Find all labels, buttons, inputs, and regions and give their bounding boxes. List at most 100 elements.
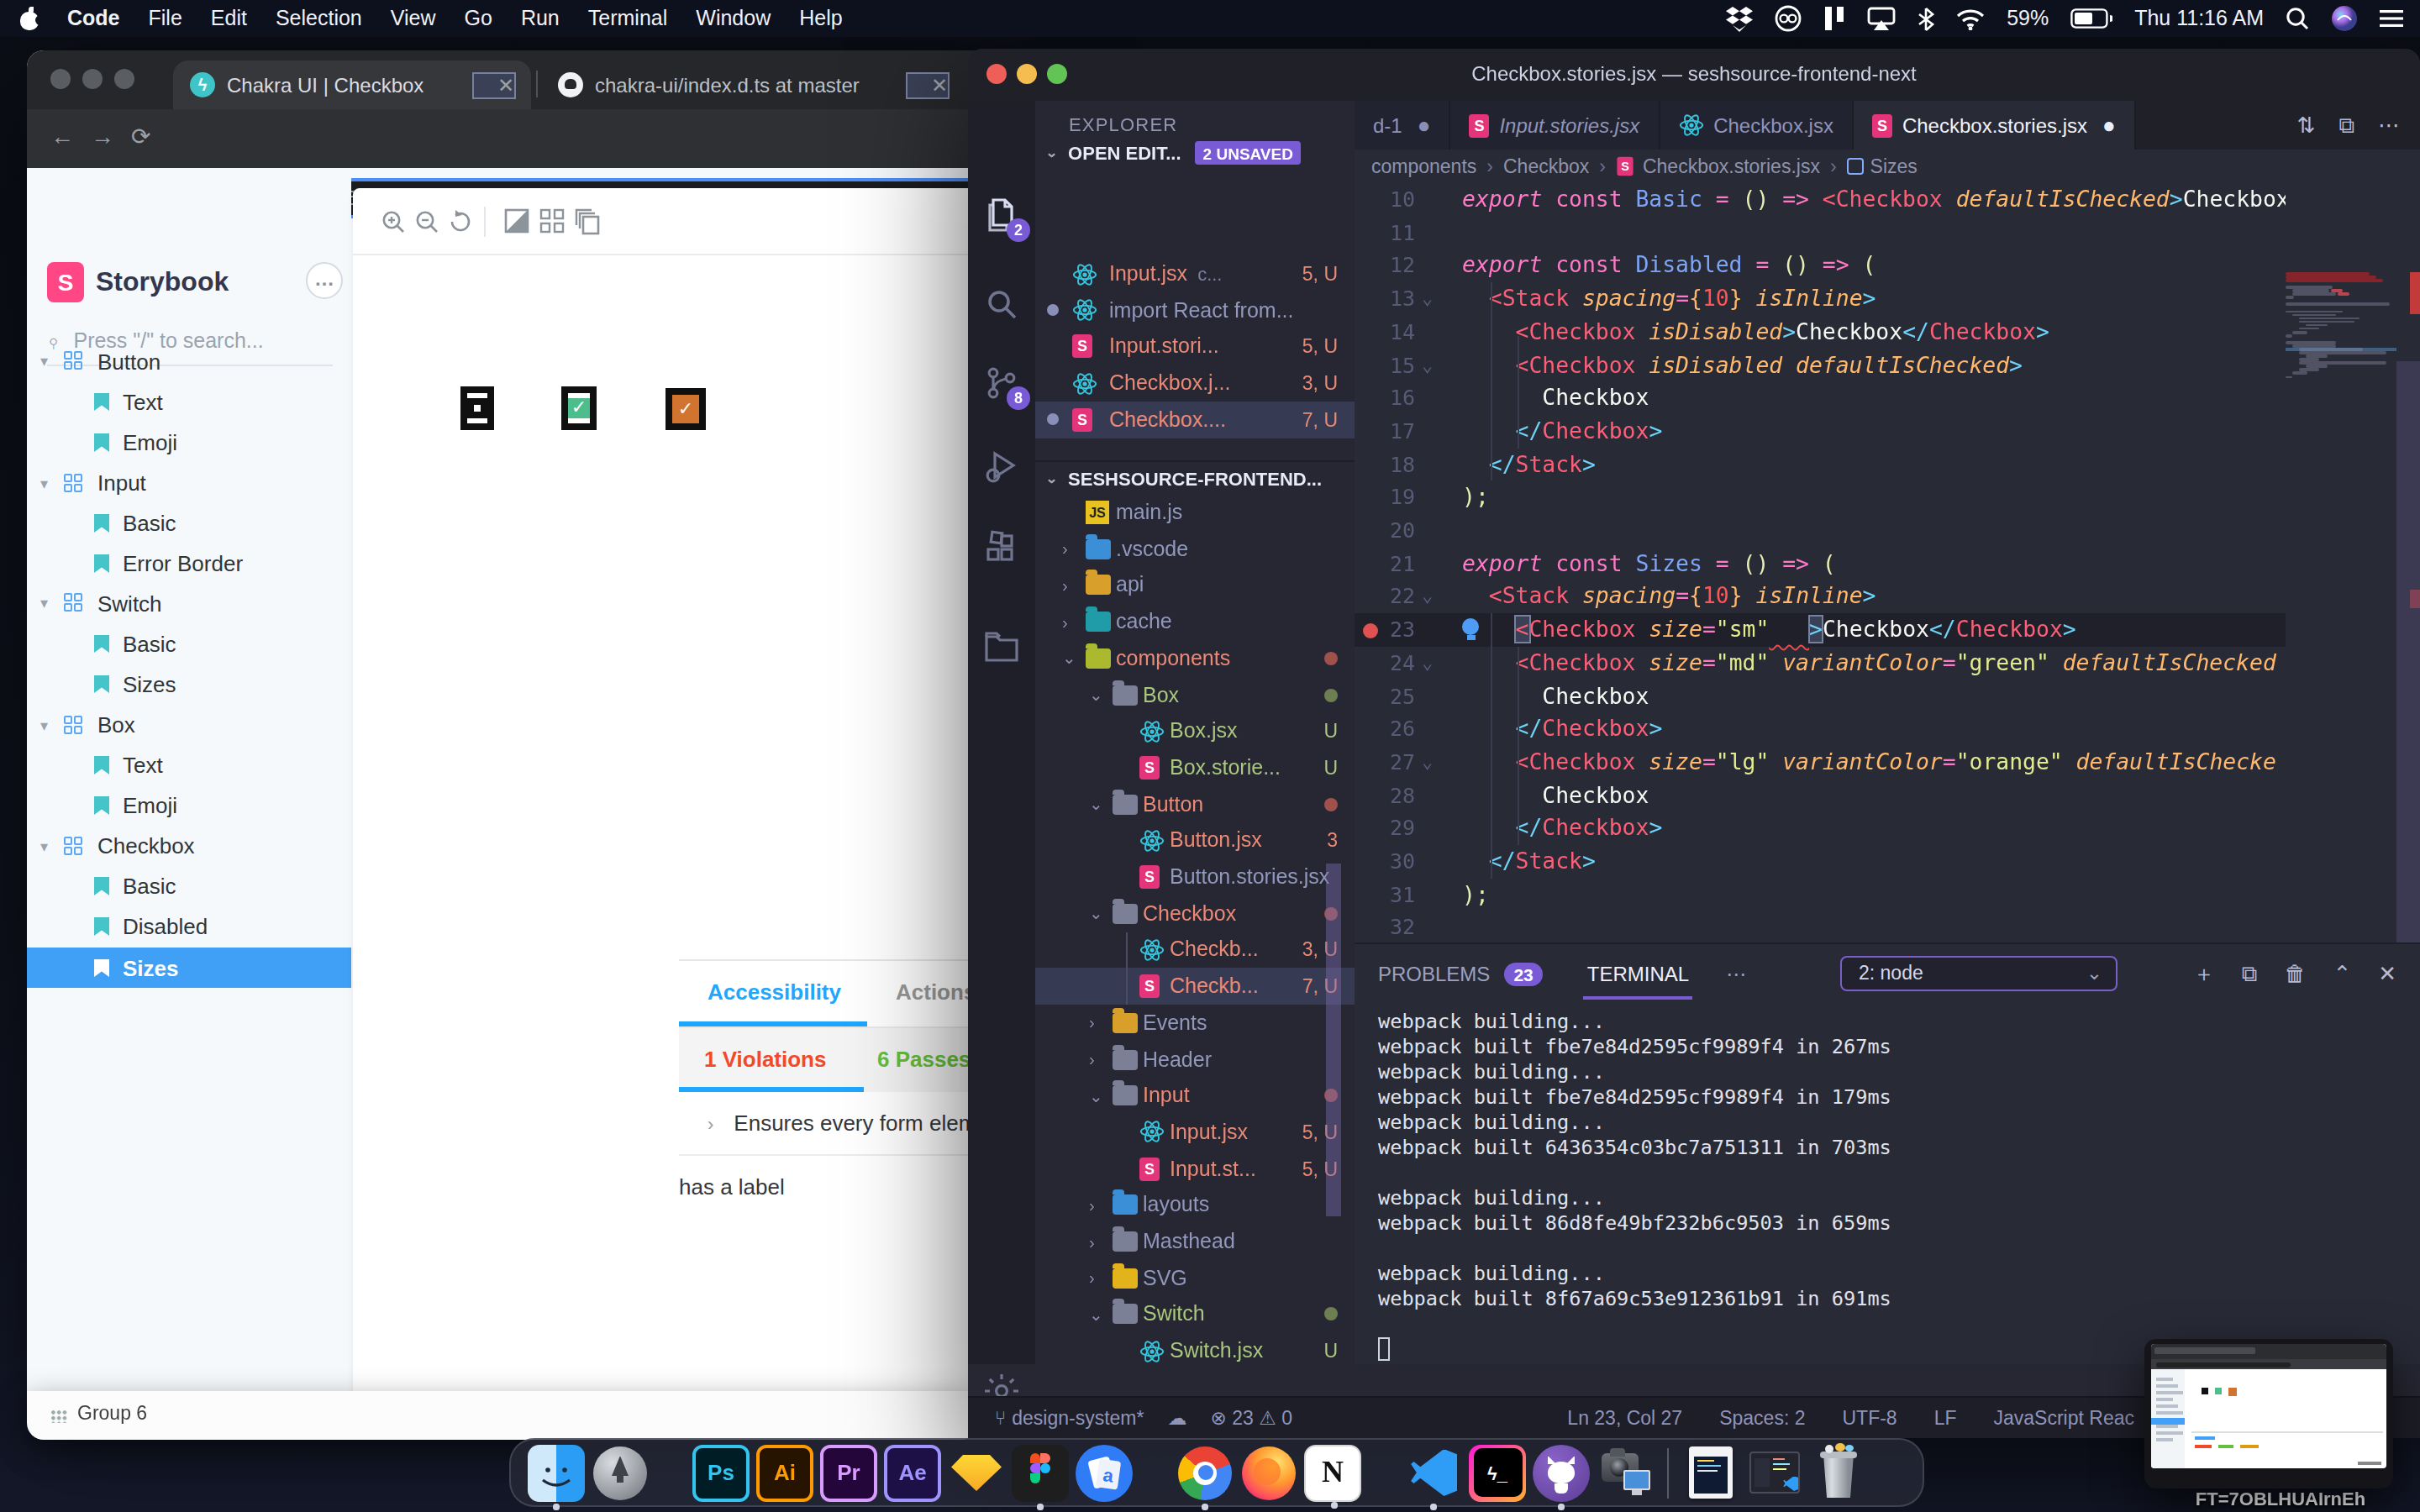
sidebar-item-button[interactable]: ▾Button <box>27 341 351 381</box>
sidebar-item-input[interactable]: ▾Input <box>27 463 351 503</box>
split-terminal-icon[interactable]: ⧉ <box>2242 960 2258 987</box>
screen-share-pip[interactable] <box>2144 1339 2393 1488</box>
sidebar-item-text[interactable]: Text <box>27 381 351 422</box>
activity-files-icon[interactable]: 2 <box>981 195 1022 235</box>
open-editor-checkbox-j-[interactable]: Checkbox.j...3, U <box>1035 365 1355 402</box>
tree-item-box-storie-[interactable]: SBox.storie...U <box>1035 749 1355 785</box>
panel-more-icon[interactable]: ⋯ <box>1726 962 1748 985</box>
wifi-icon[interactable] <box>1956 8 1985 29</box>
dock-camera-icon[interactable] <box>1597 1444 1654 1501</box>
dropbox-icon[interactable] <box>1726 6 1753 31</box>
close-window-button[interactable] <box>50 69 71 89</box>
activity-scm-icon[interactable]: 8 <box>981 363 1022 403</box>
breadcrumb-item[interactable]: Checkbox <box>1503 156 1589 176</box>
menu-selection[interactable]: Selection <box>276 7 362 30</box>
sidebar-item-box[interactable]: ▾Box <box>27 705 351 745</box>
open-editor-input-jsx[interactable]: Input.jsxc...5, U <box>1035 255 1355 291</box>
status-spaces[interactable]: Spaces: 2 <box>1719 1408 1805 1428</box>
problems-item[interactable]: ⊗ 23 ⚠ 0 <box>1210 1406 1292 1430</box>
sidebar-item-error-border[interactable]: Error Border <box>27 543 351 584</box>
menu-window[interactable]: Window <box>696 7 771 30</box>
background-window[interactable]: Group 6 <box>27 1391 978 1440</box>
open-editor-import-react-from-[interactable]: import React from... <box>1035 292 1355 328</box>
tab-problems[interactable]: PROBLEMS <box>1378 962 1490 985</box>
tree-item-layouts[interactable]: ›layouts <box>1035 1187 1355 1223</box>
tab-violations[interactable]: 1 Violations <box>704 1028 826 1092</box>
project-section-header[interactable]: ⌄SESHSOURCE-FRONTEND... <box>1035 460 1355 494</box>
breadcrumb[interactable]: components›Checkbox›SCheckbox.stories.js… <box>1355 150 2420 183</box>
split-editor-icon[interactable]: ⧉ <box>2338 112 2354 139</box>
tree-item-main-js[interactable]: JSmain.js <box>1035 494 1355 530</box>
editor-tab-checkbox-stories-jsx[interactable]: SCheckbox.stories.jsx● <box>1854 101 2136 150</box>
minimap[interactable] <box>2286 183 2396 1075</box>
menu-app[interactable]: Code <box>67 7 120 30</box>
tree-item-box-jsx[interactable]: Box.jsxU <box>1035 713 1355 749</box>
sidebar-scrollbar[interactable] <box>1326 864 1341 1216</box>
dock-chrome-icon[interactable] <box>1176 1444 1234 1501</box>
lightbulb-icon[interactable] <box>1462 618 1481 640</box>
tab-passes[interactable]: 6 Passes <box>877 1028 971 1092</box>
breadcrumb-item[interactable]: Sizes <box>1870 156 1918 176</box>
tree-item-switch-jsx[interactable]: Switch.jsxU <box>1035 1333 1355 1364</box>
zoom-window-button[interactable] <box>114 69 134 89</box>
breakpoint-dot[interactable] <box>1363 622 1378 638</box>
tree-item-cache[interactable]: ›cache <box>1035 604 1355 640</box>
tab-close-icon[interactable]: ✕ <box>474 73 514 97</box>
breadcrumb-item[interactable]: components <box>1371 156 1476 176</box>
dock-notion-icon[interactable]: N <box>1304 1444 1361 1501</box>
checkbox-orange[interactable]: ✓ <box>666 388 706 430</box>
airplay-icon[interactable] <box>1867 7 1896 30</box>
status-lf[interactable]: LF <box>1934 1408 1957 1428</box>
tab-accessibility[interactable]: Accessibility <box>708 961 841 1025</box>
tree-item-input-st-[interactable]: SInput.st...5, U <box>1035 1151 1355 1187</box>
tree-item-box[interactable]: ⌄Box <box>1035 676 1355 712</box>
dock-sketch-icon[interactable] <box>948 1444 1005 1501</box>
tab-terminal[interactable]: TERMINAL <box>1587 962 1689 985</box>
dock-docthumb-icon[interactable] <box>1682 1444 1739 1501</box>
browser-tab-active[interactable]: ϟ Chakra UI | Checkbox ✕ <box>173 60 531 109</box>
sidebar-item-emoji[interactable]: Emoji <box>27 423 351 463</box>
dock-firefox-icon[interactable] <box>1240 1444 1297 1501</box>
menu-file[interactable]: File <box>149 7 182 30</box>
open-editor-checkbox-[interactable]: SCheckbox....7, U <box>1035 402 1355 438</box>
tree-item-switch[interactable]: ⌄Switch <box>1035 1296 1355 1332</box>
activity-ext-icon[interactable] <box>981 529 1022 570</box>
tree-item-button-stories-jsx[interactable]: SButton.stories.jsx <box>1035 858 1355 895</box>
sidebar-menu-button[interactable]: … <box>306 262 343 299</box>
open-editors-header[interactable]: ⌄OPEN EDIT...2 UNSAVED <box>1035 136 1355 170</box>
dock-vscode-icon[interactable] <box>1405 1444 1462 1501</box>
zoom-reset-icon[interactable] <box>447 208 474 235</box>
sidebar-item-sizes[interactable]: Sizes <box>27 948 351 988</box>
activity-debug-icon[interactable] <box>981 447 1022 487</box>
close-panel-icon[interactable]: ✕ <box>2378 961 2396 986</box>
dock-figma-icon[interactable] <box>1012 1444 1069 1501</box>
sidebar-item-switch[interactable]: ▾Switch <box>27 583 351 623</box>
tab-actions[interactable]: Actions <box>896 961 976 1025</box>
tree-item-checkb-[interactable]: SCheckb...7, U <box>1035 969 1355 1005</box>
sidebar-item-basic[interactable]: Basic <box>27 866 351 906</box>
menu-clock[interactable]: Thu 11:16 AM <box>2134 7 2264 30</box>
status-utf8[interactable]: UTF-8 <box>1843 1408 1897 1428</box>
sidebar-item-disabled[interactable]: Disabled <box>27 906 351 947</box>
branch-item[interactable]: ⑂ design-system* <box>995 1408 1144 1428</box>
reload-button[interactable]: ⟳ <box>131 123 150 150</box>
bluetooth-icon[interactable] <box>1918 6 1934 31</box>
sidebar-item-text[interactable]: Text <box>27 745 351 785</box>
menu-edit[interactable]: Edit <box>211 7 247 30</box>
breadcrumb-item[interactable]: Checkbox.stories.jsx <box>1643 156 1820 176</box>
checkbox-green[interactable]: ✓ <box>561 386 597 430</box>
dock-ps-icon[interactable]: Ps <box>692 1444 750 1501</box>
dock-github-icon[interactable] <box>1533 1444 1590 1501</box>
status-ln[interactable]: Ln 23, Col 27 <box>1567 1408 1682 1428</box>
dock-launchpad-icon[interactable] <box>592 1444 649 1501</box>
viewport-icon[interactable] <box>575 208 602 235</box>
grid-toggle-icon[interactable] <box>539 208 565 234</box>
zoom-out-icon[interactable] <box>413 208 440 235</box>
status-javascript[interactable]: JavaScript Reac <box>1994 1408 2134 1428</box>
kill-terminal-icon[interactable]: 🗑 <box>2284 961 2306 986</box>
forward-button[interactable]: → <box>91 123 114 150</box>
dock-ae-icon[interactable]: Ae <box>884 1444 941 1501</box>
editor-tab-d-1[interactable]: d-1● <box>1355 101 1450 150</box>
menu-view[interactable]: View <box>391 7 436 30</box>
dock-trash-icon[interactable] <box>1810 1444 1867 1501</box>
